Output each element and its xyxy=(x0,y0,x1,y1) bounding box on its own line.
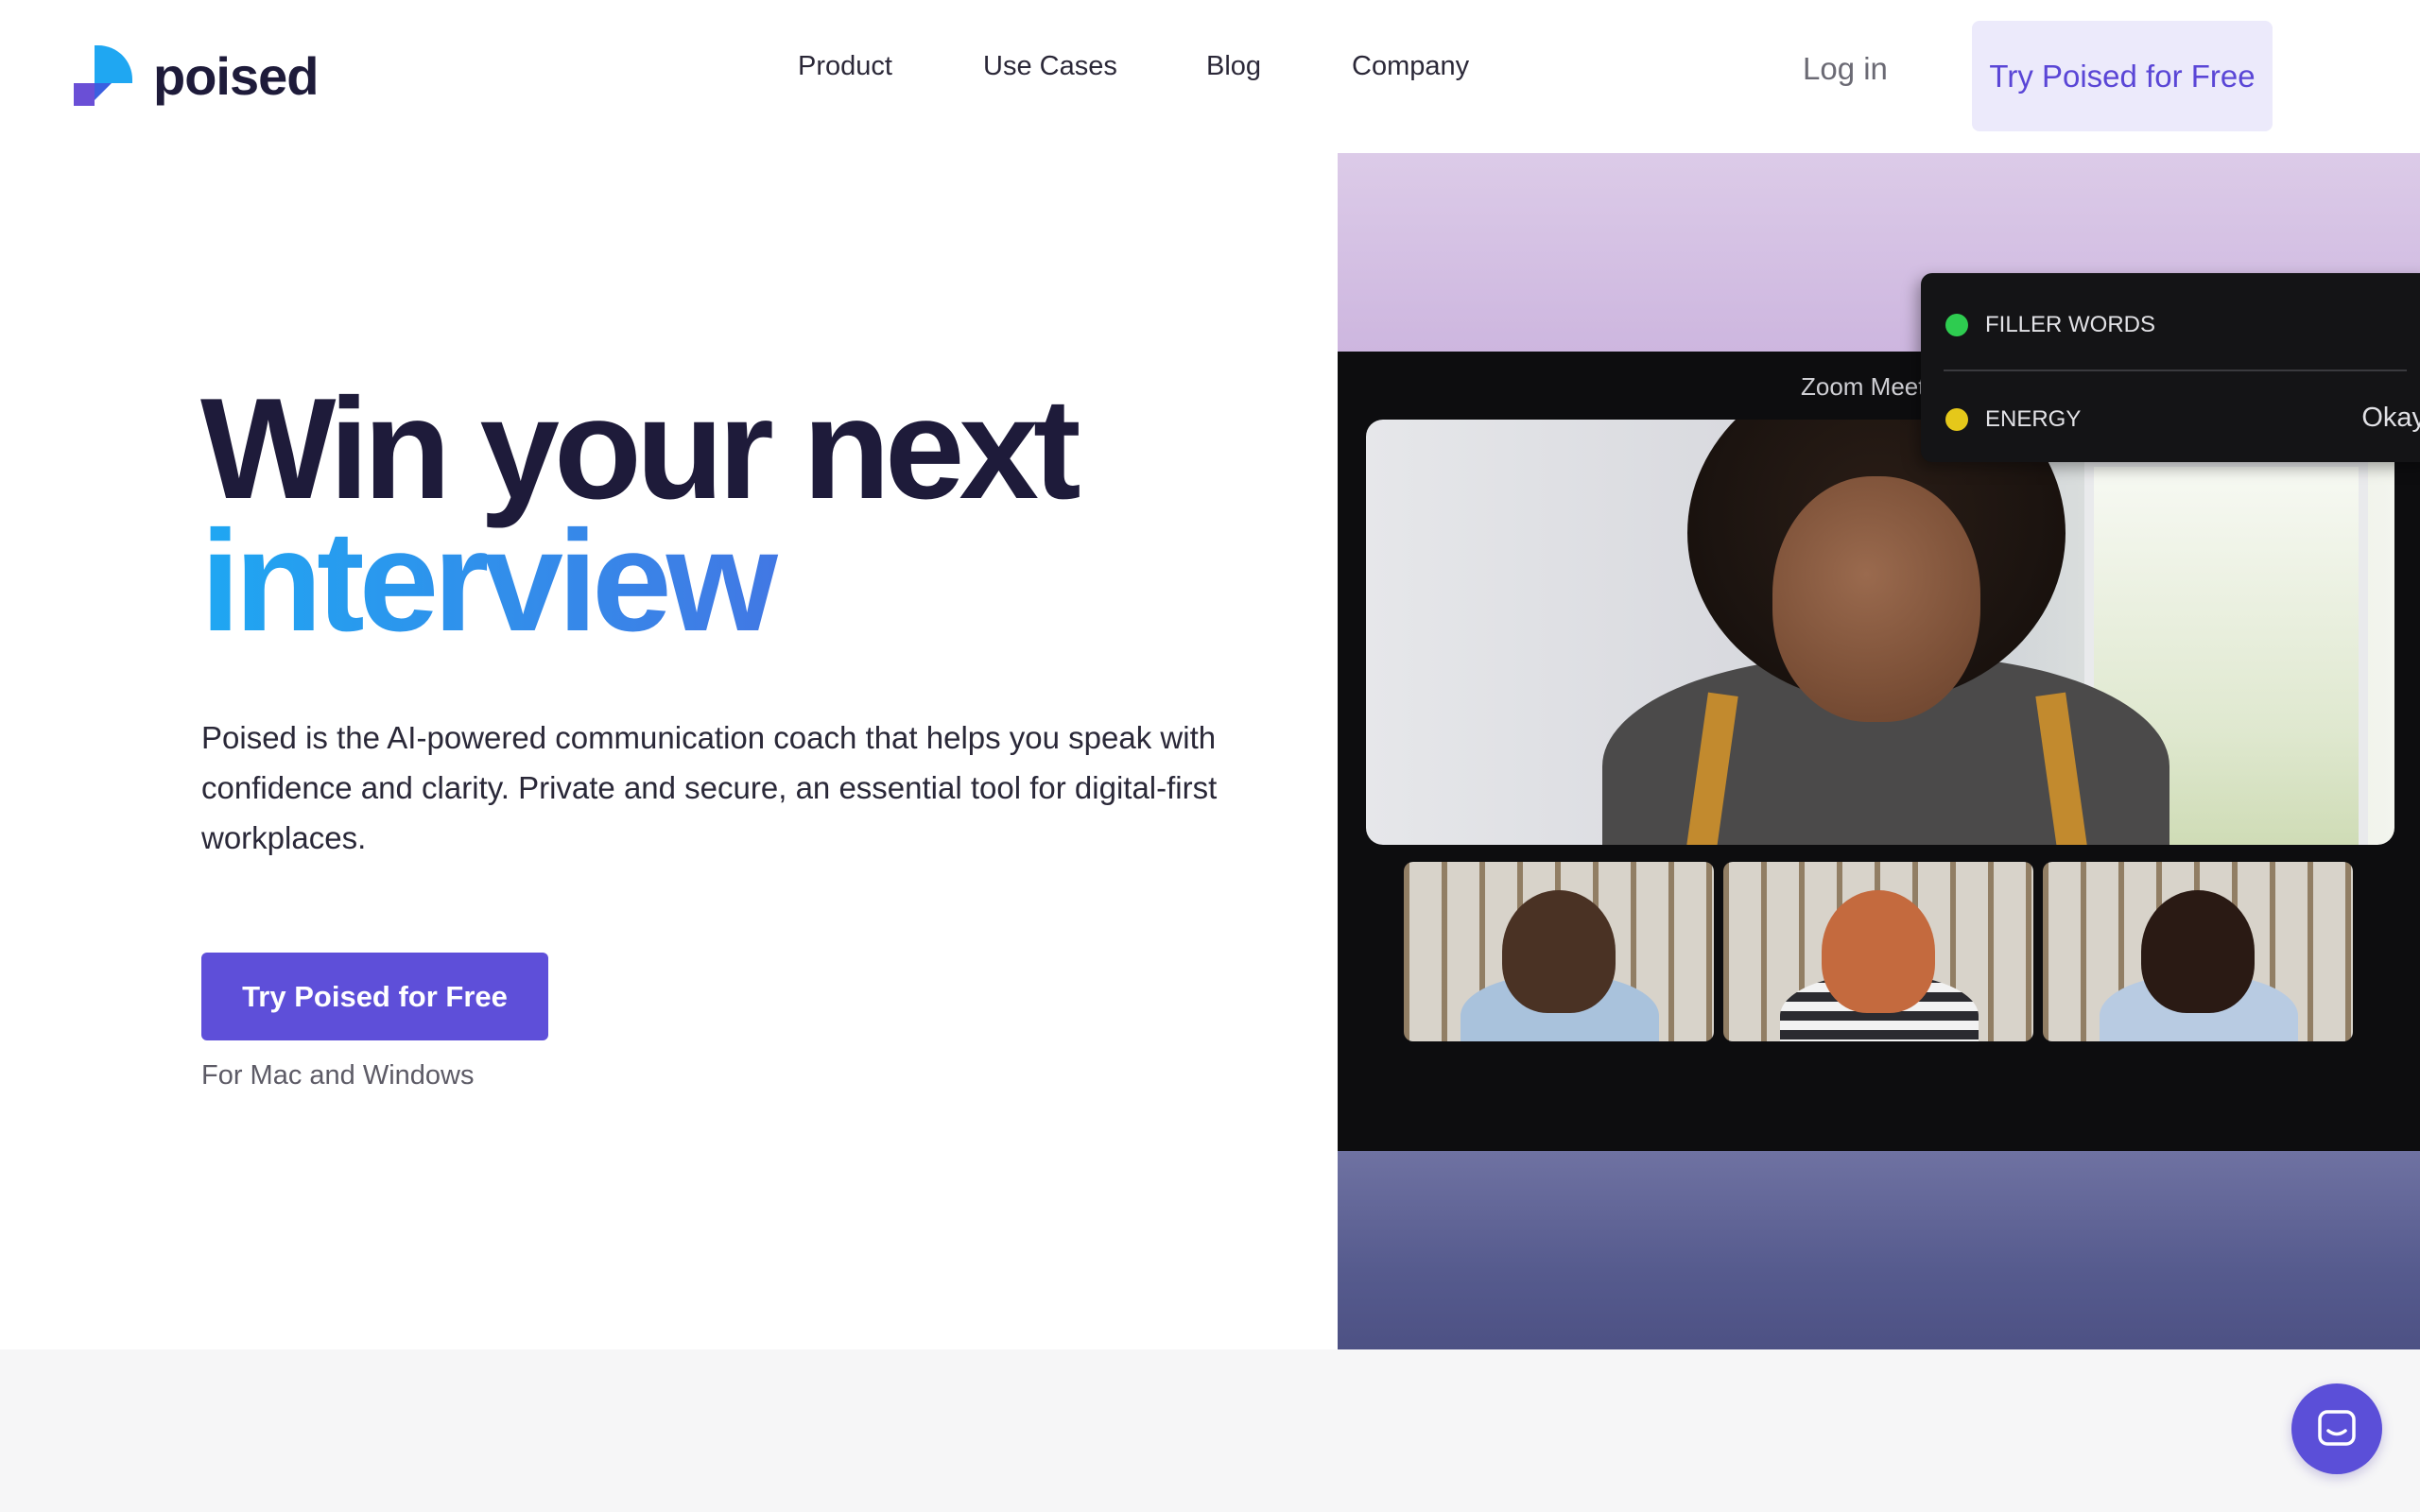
poised-logo-icon xyxy=(74,45,132,106)
nav-item-product[interactable]: Product xyxy=(798,51,892,93)
video-window-title: Zoom Meet xyxy=(1801,372,1926,401)
status-indicator-icon xyxy=(1945,408,1968,431)
nav-item-use-cases[interactable]: Use Cases xyxy=(983,51,1117,93)
metric-label: ENERGY xyxy=(1985,406,2082,432)
coaching-metrics-panel: FILLER WORDS ENERGY Okay xyxy=(1921,273,2420,462)
participant-head xyxy=(1822,890,1935,1013)
metric-label: FILLER WORDS xyxy=(1985,312,2156,337)
hero-product-image: Zoom Meet FILLER WORDS ENERGY Okay xyxy=(1338,153,2420,1349)
participant-thumbnail xyxy=(1404,862,1714,1041)
brand-logo[interactable]: poised xyxy=(74,45,319,106)
hero-headline: Win your next interview xyxy=(200,369,1288,653)
video-call-screen: Zoom Meet xyxy=(1338,352,2420,1268)
headline-line-2: interview xyxy=(200,509,1288,653)
header-try-free-button[interactable]: Try Poised for Free xyxy=(1972,21,2273,131)
login-link[interactable]: Log in xyxy=(1803,51,1888,87)
nav-item-company[interactable]: Company xyxy=(1352,51,1469,93)
speaker-face xyxy=(1772,476,1980,722)
chat-launcher-button[interactable] xyxy=(2291,1383,2382,1474)
main-speaker-video xyxy=(1366,420,2394,845)
brand-name: poised xyxy=(153,45,319,106)
participant-thumbnail xyxy=(2043,862,2353,1041)
hero-description: Poised is the AI-powered communication c… xyxy=(201,720,1218,855)
next-section xyxy=(0,1349,2420,1512)
headline-line-1: Win your next xyxy=(200,369,1081,529)
chat-bubble-icon xyxy=(2318,1410,2356,1446)
participant-thumbnails xyxy=(1404,862,2353,1043)
status-indicator-icon xyxy=(1945,314,1968,336)
metric-value-energy: Okay xyxy=(2361,403,2420,433)
participant-head xyxy=(1502,890,1616,1013)
desk-surface xyxy=(1338,1151,2420,1349)
metric-energy: ENERGY xyxy=(1945,401,2081,438)
participant-head xyxy=(2141,890,2255,1013)
site-header: poised Product Use Cases Blog Company Lo… xyxy=(0,0,2420,153)
hero-try-free-button[interactable]: Try Poised for Free xyxy=(201,953,548,1040)
platforms-note: For Mac and Windows xyxy=(201,1060,475,1091)
metric-filler-words: FILLER WORDS xyxy=(1945,306,2155,344)
nav-item-blog[interactable]: Blog xyxy=(1206,51,1261,93)
participant-thumbnail xyxy=(1723,862,2033,1041)
metric-divider xyxy=(1944,369,2407,371)
